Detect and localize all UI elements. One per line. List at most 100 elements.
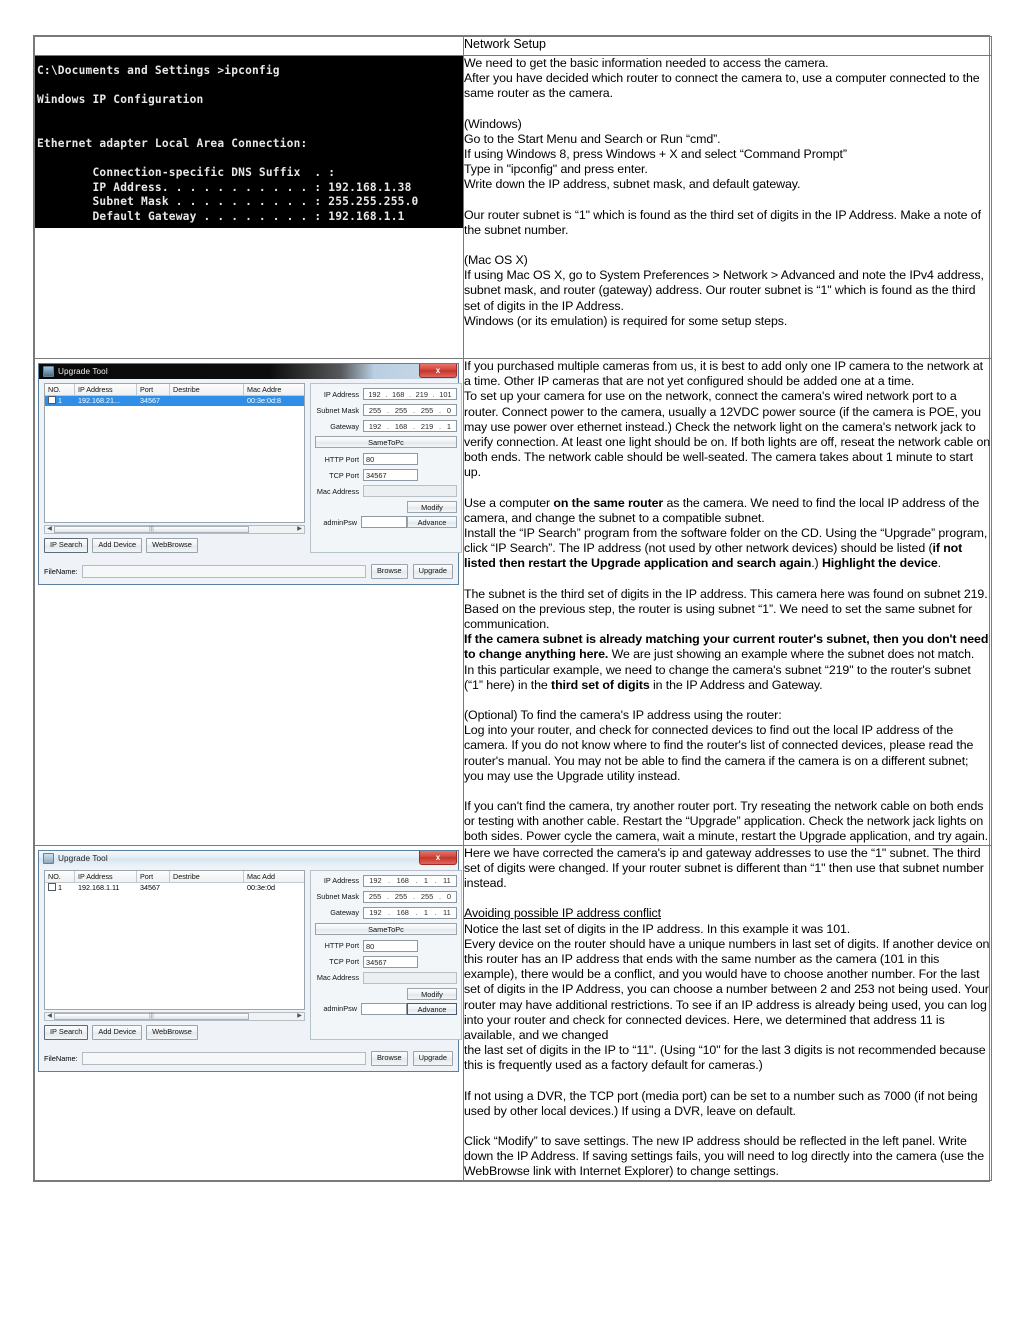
- subnet-mask-row: Subnet Mask 255. 255. 255. 0: [315, 404, 457, 416]
- upgrade-button[interactable]: Upgrade: [412, 1050, 453, 1066]
- table-row[interactable]: 1 192.168.21... 34567 00:3e:0d:8: [45, 396, 304, 406]
- http-port-input[interactable]: 80: [363, 453, 418, 465]
- upgrade-tool-1-titlebar: Upgrade Tool x: [39, 364, 458, 379]
- scroll-right-arrow[interactable]: ▶: [295, 526, 304, 533]
- filename-input[interactable]: [82, 1051, 366, 1065]
- header-right-cell: Network Setup: [463, 36, 992, 56]
- ip-octet-3: 219: [415, 389, 428, 399]
- ip-address-input[interactable]: 192. 168. 1. 11: [363, 874, 457, 887]
- gw-dot-1: .: [387, 421, 390, 431]
- modify-button-wrap: Modify: [315, 501, 457, 513]
- modify-button[interactable]: Modify: [407, 987, 457, 1000]
- close-icon[interactable]: x: [419, 364, 457, 378]
- advance-button[interactable]: Advance: [407, 1002, 457, 1015]
- intro-p10: If using Mac OS X, go to System Preferen…: [464, 268, 984, 313]
- sm-dot-2: .: [413, 405, 416, 415]
- network-form-panel: IP Address 192. 168. 1. 11 Subnet Mask 2…: [310, 869, 462, 1040]
- intro-text: We need to get the basic information nee…: [464, 56, 991, 329]
- upgrade-tool-1-wrap: Upgrade Tool x NO. IP Address Port Destr…: [35, 359, 463, 591]
- add-device-button[interactable]: Add Device: [92, 1024, 143, 1040]
- scroll-track[interactable]: |||: [54, 526, 295, 533]
- gateway-label: Gateway: [330, 908, 359, 918]
- gw-dot-1: .: [388, 908, 391, 918]
- tcp-port-input[interactable]: 34567: [363, 469, 418, 481]
- s3-p1: Here we have corrected the camera's ip a…: [464, 845, 984, 891]
- ip-octet-1: 192: [368, 389, 381, 399]
- adminpsw-row: adminPsw Advance: [315, 1002, 457, 1015]
- upgrade-tool-2-wrap: Upgrade Tool x NO. IP Address Port Destr…: [35, 846, 463, 1078]
- ip-search-button[interactable]: IP Search: [44, 538, 89, 553]
- device-listview[interactable]: NO. IP Address Port Destribe Mac Addre 1: [44, 383, 305, 523]
- adminpsw-input[interactable]: [361, 516, 407, 528]
- upgrade-tool-1-cell: Upgrade Tool x NO. IP Address Port Destr…: [34, 358, 464, 846]
- web-browse-button[interactable]: WebBrowse: [146, 1024, 198, 1040]
- modify-button[interactable]: Modify: [407, 501, 457, 513]
- gw-octet-1: 192: [369, 908, 382, 918]
- same-to-pc-button[interactable]: SameToPc: [315, 922, 457, 935]
- gw-octet-1: 192: [368, 421, 382, 431]
- col-port: Port: [137, 384, 170, 395]
- subnet-mask-input[interactable]: 255. 255. 255. 0: [363, 404, 457, 416]
- s3-heading: Avoiding possible IP address conflict: [464, 906, 991, 921]
- http-port-input[interactable]: 80: [363, 939, 418, 952]
- s2-p3-b: on the same router: [553, 495, 664, 510]
- dot-2: .: [415, 876, 418, 886]
- gateway-row: Gateway 192. 168. 219. 1: [315, 420, 457, 432]
- document-page: Network Setup C:\Documents and Settings …: [33, 35, 992, 1182]
- advance-button[interactable]: Advance: [407, 516, 457, 528]
- ip-address-input[interactable]: 192. 168. 219. 101: [363, 388, 457, 400]
- http-port-label: HTTP Port: [324, 941, 359, 951]
- cell-ip: 192.168.1.11: [78, 882, 120, 892]
- close-icon[interactable]: x: [419, 850, 457, 865]
- adminpsw-input[interactable]: [361, 1002, 407, 1015]
- sm-octet-4: 0: [446, 892, 452, 902]
- horizontal-scrollbar[interactable]: ◀ ||| ▶: [44, 525, 305, 534]
- row-checkbox[interactable]: [48, 396, 56, 404]
- s2-p3-a: Use a computer: [464, 495, 554, 510]
- s2-p2: To set up your camera for use on the net…: [464, 389, 991, 480]
- table-row[interactable]: 1 192.168.1.11 34567 00:3e:0d: [45, 882, 304, 893]
- scroll-track[interactable]: |||: [54, 1012, 295, 1020]
- row-checkbox[interactable]: [48, 882, 56, 891]
- cell-mac: 00:3e:0d: [247, 882, 275, 892]
- upgrade-button[interactable]: Upgrade: [412, 564, 453, 579]
- gateway-input[interactable]: 192. 168. 1. 11: [363, 906, 457, 919]
- filename-input[interactable]: [82, 565, 366, 578]
- listview-body: 1 192.168.21... 34567 00:3e:0d:8: [45, 396, 304, 522]
- browse-button[interactable]: Browse: [370, 564, 408, 579]
- content-row-3: Upgrade Tool x NO. IP Address Port Destr…: [34, 844, 992, 1181]
- browse-button[interactable]: Browse: [370, 1050, 408, 1066]
- ip-octet-2: 168: [391, 389, 405, 399]
- subnet-mask-input[interactable]: 255. 255. 255. 0: [363, 890, 457, 903]
- s2-p10: If you can't find the camera, try anothe…: [464, 799, 988, 844]
- scroll-right-arrow[interactable]: ▶: [295, 1013, 304, 1020]
- intro-p8: Our router subnet is “1" which is found …: [464, 207, 981, 237]
- scroll-left-arrow[interactable]: ◀: [45, 1013, 54, 1020]
- sm-octet-3: 255: [420, 892, 434, 902]
- same-to-pc-button[interactable]: SameToPc: [315, 436, 457, 448]
- horizontal-scrollbar[interactable]: ◀ ||| ▶: [44, 1011, 305, 1021]
- scroll-left-arrow[interactable]: ◀: [45, 526, 54, 533]
- s2-p6: If the camera subnet is already matching…: [464, 632, 991, 662]
- add-device-button[interactable]: Add Device: [92, 538, 143, 553]
- gateway-input[interactable]: 192. 168. 219. 1: [363, 420, 457, 432]
- ip-search-button[interactable]: IP Search: [44, 1024, 89, 1040]
- web-browse-button[interactable]: WebBrowse: [146, 538, 198, 553]
- s3-heading-text: Avoiding possible IP address conflict: [464, 906, 661, 921]
- subnet-mask-label: Subnet Mask: [316, 892, 359, 902]
- cell-no-text: 1: [58, 882, 62, 892]
- mac-address-input: [363, 485, 457, 497]
- device-listview[interactable]: NO. IP Address Port Destribe Mac Add 1 1…: [44, 869, 305, 1010]
- intro-p11: Windows (or its emulation) is required f…: [464, 313, 788, 328]
- intro-p6: Type in "ipconfig" and press enter.: [464, 162, 648, 177]
- col-ip-address: IP Address: [75, 384, 137, 395]
- col-destribe: Destribe: [170, 870, 244, 882]
- col-ip-address: IP Address: [75, 870, 137, 882]
- upgrade-tool-2-client: NO. IP Address Port Destribe Mac Add 1 1…: [39, 866, 462, 1045]
- scroll-thumb[interactable]: |||: [54, 526, 249, 533]
- upgrade-tool-2-cell: Upgrade Tool x NO. IP Address Port Destr…: [34, 844, 464, 1181]
- col-no: NO.: [45, 384, 75, 395]
- scroll-thumb[interactable]: |||: [54, 1012, 249, 1020]
- tcp-port-input[interactable]: 34567: [363, 955, 418, 968]
- ip-address-label: IP Address: [323, 876, 359, 886]
